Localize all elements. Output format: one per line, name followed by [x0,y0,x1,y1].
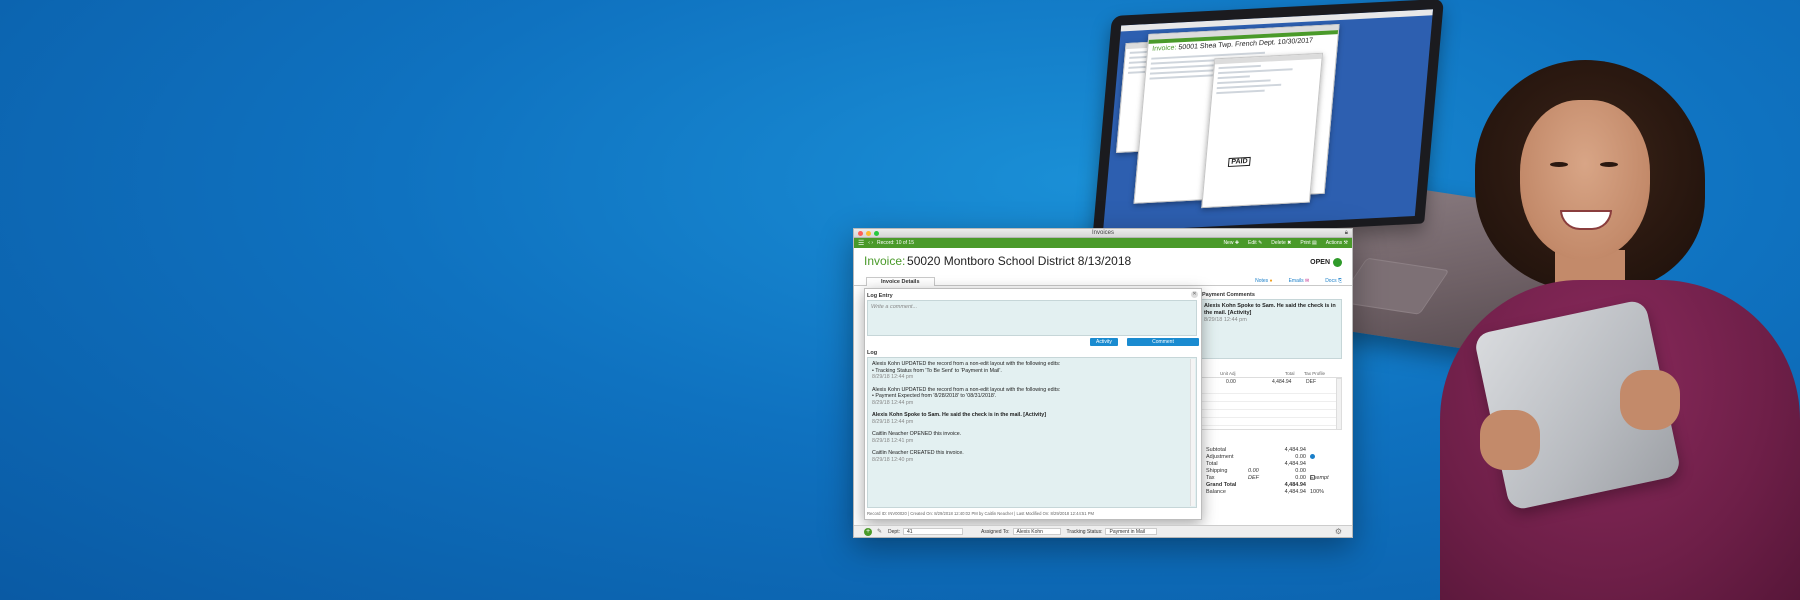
line-total: 4,484.94 [1272,379,1292,385]
delete-button[interactable]: Delete ✖ [1271,240,1291,246]
log-entry: Caitlin Neacher CREATED this invoice. 8/… [872,450,964,463]
record-toolbar: ☰ ‹ › Record: 10 of 15 New ✚ Edit ✎ Dele… [854,238,1352,248]
line-item-row[interactable]: 0.00 4,484.94 DEF [1200,378,1342,386]
log-scrollbar[interactable] [1190,359,1195,506]
log-entry: Caitlin Neacher OPENED this invoice. 8/2… [872,431,962,444]
record-nav-arrows-icon[interactable]: ‹ › [868,240,873,246]
log-entry: Alexis Kohn UPDATED the record from a no… [872,361,1061,380]
line-tax-profile: DEF [1306,379,1316,385]
log-popover: ✕ Log Entry Write a comment... Activity … [864,288,1202,520]
status-bar: + ✎ Dept: 41 Assigned To: Alexis Kohn Trac… [854,525,1352,537]
activity-button[interactable]: Activity [1090,338,1118,346]
col-tax-profile: Tax Profile [1304,371,1326,376]
paid-stamp: PAID [1227,156,1252,168]
status-dot-icon [1333,258,1342,267]
col-unit-adj: Unit Adj [1220,371,1236,376]
payment-comments-label: Payment Comments [1202,292,1255,298]
shipping-row: Shipping 0.00 0.00 [1206,468,1306,474]
line-unit-adj: 0.00 [1226,379,1236,385]
person-smile [1560,210,1612,230]
tax-code-field[interactable]: DEF [1248,475,1259,481]
person-eye-right [1600,162,1618,167]
tab-bar: Invoice Details Notes ● Emails ✉ Docs ⎘ [854,276,1352,286]
status-text: OPEN [1310,259,1330,266]
gear-icon[interactable]: ⚙ [1335,527,1342,536]
edit-button[interactable]: Edit ✎ [1248,240,1262,246]
tracking-status-field[interactable]: Tracking Status: Payment in Mail [1067,528,1158,535]
emails-link[interactable]: Emails ✉ [1289,278,1310,284]
lock-icon[interactable]: 🔒︎ [1345,230,1348,237]
log-entry: Alexis Kohn UPDATED the record from a no… [872,386,1061,406]
dept-field[interactable]: Dept: 41 [888,528,963,535]
plus-icon: ✚ [1234,240,1240,246]
subtotal-row: Subtotal 4,484.94 [1206,447,1306,453]
balance-row: Balance 4,484.94 100% [1206,489,1325,495]
log-entry-label: Log Entry [867,293,893,299]
comment-button[interactable]: Comment [1127,338,1199,346]
wrench-icon: ⚒ [1343,240,1348,246]
close-icon[interactable]: ✕ [1191,291,1198,298]
delete-icon: ✖ [1287,240,1292,246]
invoice-content: Payment Comments Alexis Kohn Spoke to Sa… [854,286,1352,522]
paperclip-icon[interactable]: ✎ [877,528,882,535]
email-icon: ✉ [1304,278,1310,284]
shipping-rate-field[interactable]: 0.00 [1248,468,1259,474]
log-list: Alexis Kohn UPDATED the record from a no… [867,357,1197,508]
note-icon: ● [1269,278,1273,284]
notes-link[interactable]: Notes ● [1255,278,1272,284]
payment-comments-field[interactable]: Alexis Kohn Spoke to Sam. He said the ch… [1200,299,1342,359]
invoices-window: Invoices 🔒︎ ☰ ‹ › Record: 10 of 15 New ✚… [853,228,1353,538]
new-button[interactable]: New ✚ [1223,240,1239,246]
invoice-header: Invoice: 50020 Montboro School District … [854,248,1352,276]
person-hand-left [1480,410,1540,470]
print-button[interactable]: Print ▤ [1300,240,1316,246]
actions-button[interactable]: Actions ⚒ [1326,240,1348,246]
line-items-scrollbar[interactable] [1336,378,1342,430]
printer-icon: ▤ [1311,240,1317,246]
totals-panel: Subtotal 4,484.94 Adjustment 0.00 Total 4,4… [1206,447,1346,496]
log-label: Log [867,350,878,356]
record-counter: Record: 10 of 15 [877,240,914,246]
line-items-header: Unit Adj Total Tax Profile [1200,370,1342,378]
docs-link[interactable]: Docs ⎘ [1325,278,1342,284]
window-title: Invoices [1091,230,1114,236]
payment-comment-text: Alexis Kohn Spoke to Sam. He said the ch… [1204,303,1336,316]
adjustment-row: Adjustment 0.00 [1206,454,1346,461]
laptop-lid: Invoice: 50001 Shea Twp. French Dept. 10… [1092,0,1444,241]
invoice-title: 50020 Montboro School District 8/13/2018 [907,254,1132,268]
laptop-pdf-window: PAID [1201,52,1324,209]
person-with-tablet [1420,40,1800,600]
grand-total-row: Grand Total 4,484.94 [1206,482,1306,488]
window-titlebar: Invoices 🔒︎ [854,229,1352,238]
menu-icon[interactable]: ☰ [858,239,864,247]
payment-comment-time: 8/29/18 12:44 pm [1204,317,1247,323]
line-items-empty-rows [1200,386,1336,430]
record-info-footer: Record ID: INV00020 | Created On: 8/29/2… [867,511,1095,516]
pencil-icon: ✎ [1258,240,1263,246]
add-icon[interactable]: + [864,527,872,536]
log-entry: Alexis Kohn Spoke to Sam. He said the ch… [872,412,1046,425]
invoice-label: Invoice: [864,254,906,268]
person-face [1520,100,1650,260]
person-eye-left [1550,162,1568,167]
laptop-screen: Invoice: 50001 Shea Twp. French Dept. 10… [1102,9,1434,233]
col-total: Total [1285,371,1295,376]
total-row: Total 4,484.94 [1206,461,1306,467]
invoice-status: OPEN [1310,258,1342,267]
comment-input[interactable]: Write a comment... [867,300,1197,336]
assigned-to-field[interactable]: Assigned To: Alexis Kohn [981,528,1061,535]
related-links: Notes ● Emails ✉ Docs ⎘ [1255,278,1342,284]
tab-invoice-details[interactable]: Invoice Details [866,277,935,286]
paperclip-icon: ⎘ [1337,278,1342,284]
person-hand-right [1620,370,1680,430]
tax-row: Tax DEF 0.00 Exempt [1206,475,1329,481]
